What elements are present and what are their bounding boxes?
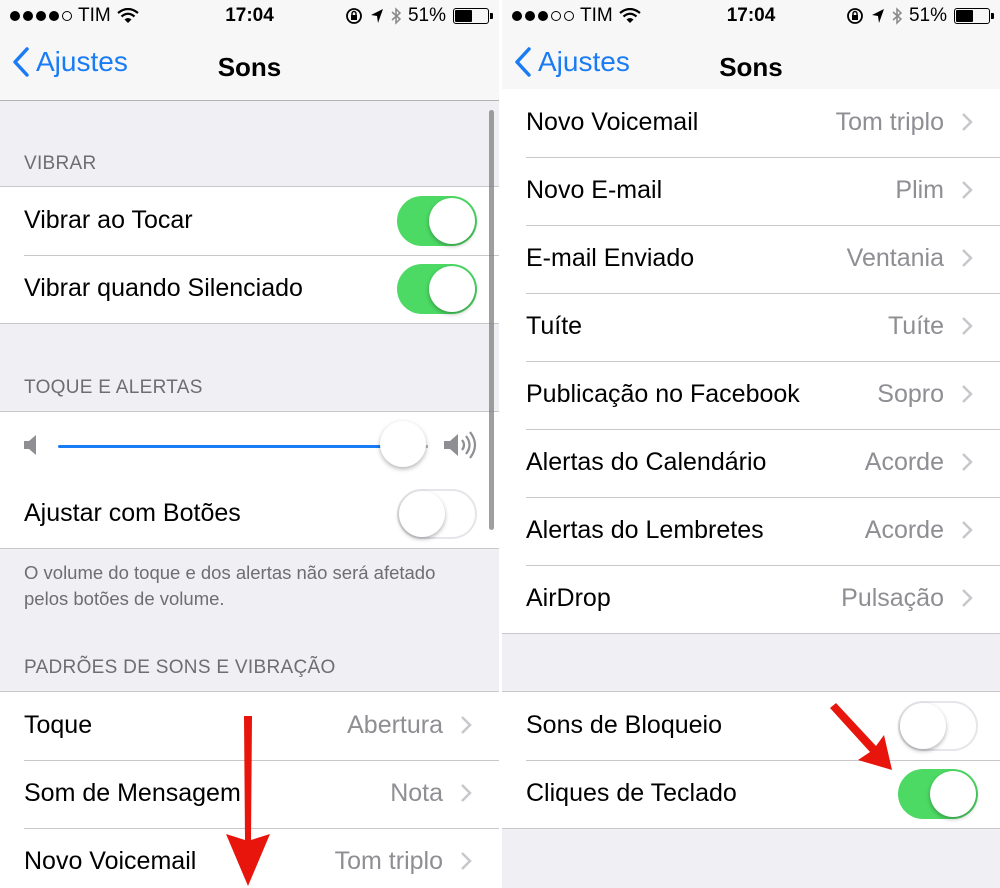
chevron-right-icon [962, 521, 973, 539]
location-icon [370, 9, 383, 23]
battery-icon [954, 8, 994, 24]
status-bar: TIM 17:04 51% [0, 0, 499, 32]
chevron-left-icon [13, 47, 29, 77]
volume-low-icon [24, 435, 36, 455]
ringer-volume-row [0, 412, 499, 480]
sound-row-sent-email[interactable]: E-mail Enviado Ventania [502, 225, 1000, 293]
row-label: Toque [24, 711, 93, 739]
other-sounds-group: Sons de Bloqueio Cliques de Teclado [502, 691, 1000, 829]
vibrate-on-silent-row: Vibrar quando Silenciado [0, 255, 499, 323]
row-value: Ventania [846, 244, 944, 272]
row-label: Alertas do Calendário [526, 448, 767, 476]
lock-sounds-row: Sons de Bloqueio [502, 692, 1000, 760]
rotation-lock-icon [346, 8, 362, 24]
row-label: AirDrop [526, 584, 611, 612]
chevron-right-icon [461, 716, 472, 734]
volume-slider-track[interactable] [58, 445, 388, 448]
ringer-footer-note: O volume do toque e dos alertas não será… [24, 562, 436, 609]
row-value: Nota [390, 779, 443, 807]
back-button[interactable]: Ajustes [514, 46, 630, 78]
row-label: Ajustar com Botões [24, 499, 241, 527]
row-value: Pulsação [841, 584, 944, 612]
sound-row-airdrop[interactable]: AirDrop Pulsação [502, 565, 1000, 633]
row-label: Novo Voicemail [526, 108, 699, 136]
sound-row-voicemail[interactable]: Novo Voicemail Tom triplo [0, 828, 499, 888]
row-label: Alertas do Lembretes [526, 516, 764, 544]
patterns-group: Novo Voicemail Tom triplo Novo E-mail Pl… [502, 89, 1000, 634]
sound-row-reminder-alerts[interactable]: Alertas do Lembretes Acorde [502, 497, 1000, 565]
row-label: Sons de Bloqueio [526, 711, 722, 739]
patterns-group: Toque Abertura Som de Mensagem Nota Novo… [0, 691, 499, 888]
row-label: Som de Mensagem [24, 779, 241, 807]
row-label: Vibrar ao Tocar [24, 206, 193, 234]
vibrate-on-ring-row: Vibrar ao Tocar [0, 187, 499, 255]
location-icon [871, 9, 884, 23]
back-label: Ajustes [36, 46, 128, 77]
adjust-with-buttons-row: Ajustar com Botões [0, 480, 499, 548]
chevron-right-icon [962, 385, 973, 403]
battery-icon [453, 8, 493, 24]
chevron-right-icon [962, 249, 973, 267]
chevron-right-icon [461, 784, 472, 802]
row-value: Acorde [864, 516, 944, 544]
scrollbar[interactable] [489, 110, 494, 530]
right-screen: TIM 17:04 51% Ajustes Sons Novo Voicemai… [502, 0, 1000, 888]
back-label: Ajustes [538, 46, 630, 77]
ringer-group: Ajustar com Botões [0, 411, 499, 549]
row-label: Novo Voicemail [24, 847, 197, 875]
chevron-right-icon [962, 453, 973, 471]
row-value: Plim [895, 176, 944, 204]
sound-row-ringtone[interactable]: Toque Abertura [0, 692, 499, 760]
sound-row-calendar-alerts[interactable]: Alertas do Calendário Acorde [502, 429, 1000, 497]
row-label: Vibrar quando Silenciado [24, 274, 303, 302]
row-label: Novo E-mail [526, 176, 663, 204]
chevron-right-icon [962, 181, 973, 199]
section-header-vibrate: VIBRAR [24, 153, 97, 174]
nav-bar: Ajustes Sons [0, 32, 499, 101]
sound-row-tweet[interactable]: Tuíte Tuíte [502, 293, 1000, 361]
keyboard-clicks-row: Cliques de Teclado [502, 760, 1000, 828]
adjust-with-buttons-toggle[interactable] [397, 489, 477, 539]
row-value: Acorde [864, 448, 944, 476]
bluetooth-icon [892, 7, 902, 25]
row-value: Tom triplo [334, 847, 443, 875]
vibrate-on-ring-toggle[interactable] [397, 196, 477, 246]
sound-row-facebook-post[interactable]: Publicação no Facebook Sopro [502, 361, 1000, 429]
rotation-lock-icon [847, 8, 863, 24]
volume-slider-thumb[interactable] [380, 421, 426, 467]
section-header-ringer: TOQUE E ALERTAS [24, 377, 203, 398]
battery-percent: 51% [908, 5, 947, 26]
keyboard-clicks-toggle[interactable] [898, 769, 978, 819]
row-label: Publicação no Facebook [526, 380, 800, 408]
sound-row-voicemail[interactable]: Novo Voicemail Tom triplo [502, 89, 1000, 157]
battery-percent: 51% [407, 5, 446, 26]
left-screen: TIM 17:04 51% Ajustes Sons VIBRAR Vibrar… [0, 0, 499, 888]
row-label: Tuíte [526, 312, 583, 340]
section-header-patterns: PADRÕES DE SONS E VIBRAÇÃO [24, 657, 336, 678]
row-value: Abertura [347, 711, 443, 739]
sound-row-message[interactable]: Som de Mensagem Nota [0, 760, 499, 828]
sound-row-new-email[interactable]: Novo E-mail Plim [502, 157, 1000, 225]
volume-high-icon [444, 431, 477, 459]
lock-sounds-toggle[interactable] [898, 701, 978, 751]
chevron-right-icon [962, 589, 973, 607]
row-label: E-mail Enviado [526, 244, 695, 272]
row-value: Tuíte [887, 312, 944, 340]
vibrate-group: Vibrar ao Tocar Vibrar quando Silenciado [0, 186, 499, 324]
row-label: Cliques de Teclado [526, 779, 737, 807]
back-button[interactable]: Ajustes [12, 46, 128, 78]
vibrate-on-silent-toggle[interactable] [397, 264, 477, 314]
bluetooth-icon [391, 7, 401, 25]
chevron-right-icon [962, 113, 973, 131]
chevron-right-icon [962, 317, 973, 335]
row-value: Tom triplo [835, 108, 944, 136]
chevron-left-icon [515, 47, 531, 77]
chevron-right-icon [461, 852, 472, 870]
status-bar: TIM 17:04 51% [502, 0, 1000, 32]
row-value: Sopro [877, 380, 944, 408]
